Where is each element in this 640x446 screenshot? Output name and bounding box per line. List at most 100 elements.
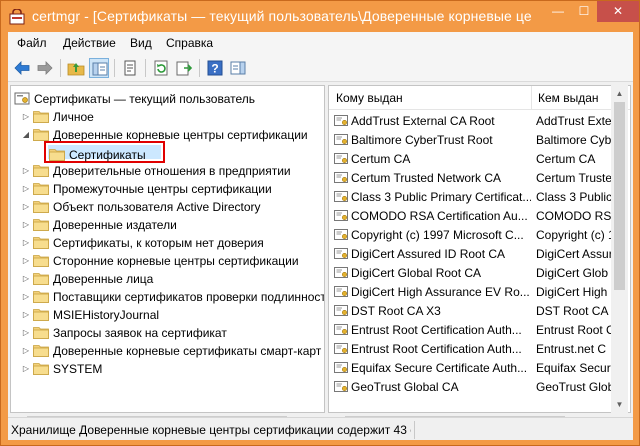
tree-item[interactable]: ▷ Поставщики сертификатов проверки подлин…	[21, 288, 325, 306]
list-item[interactable]: DST Root CA X3 DST Root CA X	[329, 302, 616, 321]
menu-file[interactable]: Файл	[17, 36, 47, 50]
issued-by-cell: Baltimore Cybe	[536, 133, 616, 147]
certificate-icon	[334, 172, 348, 183]
folder-icon	[33, 129, 49, 141]
forward-arrow-icon[interactable]	[35, 58, 55, 78]
issued-by-cell: DST Root CA X	[536, 304, 616, 318]
close-button[interactable]: ✕	[597, 1, 639, 22]
tree-item[interactable]: ▷ Доверительные отношения в предприятии	[21, 162, 324, 180]
folder-icon	[33, 183, 49, 195]
menu-bar: Файл Действие Вид Справка	[8, 32, 633, 54]
certificate-icon	[334, 286, 348, 297]
certificate-icon	[334, 210, 348, 221]
collapsed-arrow-icon[interactable]: ▷	[21, 307, 31, 323]
tree-item-label: SYSTEM	[53, 362, 103, 376]
tree-item[interactable]: ▷ Доверенные лица	[21, 270, 324, 288]
collapsed-arrow-icon[interactable]: ▷	[21, 325, 31, 341]
tree-item-label: Сертификаты	[69, 148, 146, 162]
list-item[interactable]: Entrust Root Certification Auth... Entrus…	[329, 321, 615, 340]
collapsed-arrow-icon[interactable]: ▷	[21, 199, 31, 215]
properties-icon[interactable]	[120, 58, 140, 78]
folder-icon	[33, 309, 49, 321]
certmgr-app-icon[interactable]	[9, 9, 25, 25]
collapsed-arrow-icon[interactable]: ▷	[21, 289, 31, 305]
menu-view[interactable]: Вид	[130, 36, 152, 50]
column-issued-to[interactable]: Кому выдан	[336, 91, 403, 105]
list-item[interactable]: DigiCert Global Root CA DigiCert Glob	[329, 264, 612, 283]
column-divider[interactable]	[531, 86, 532, 110]
scroll-up-arrow-icon[interactable]: ▲	[611, 85, 628, 102]
column-issued-by[interactable]: Кем выдан	[538, 91, 599, 105]
issued-to-cell: Copyright (c) 1997 Microsoft C...	[351, 228, 524, 242]
console-tree[interactable]: Сертификаты — текущий пользователь ▷ Личн…	[10, 85, 325, 413]
collapsed-arrow-icon[interactable]: ▷	[21, 343, 31, 359]
issued-by-cell: AddTrust Exter	[536, 114, 616, 128]
scroll-down-arrow-icon[interactable]: ▼	[611, 396, 628, 413]
collapsed-arrow-icon[interactable]: ▷	[21, 361, 31, 377]
certificate-icon	[334, 115, 348, 126]
collapsed-arrow-icon[interactable]: ▷	[21, 181, 31, 197]
list-item[interactable]: Entrust Root Certification Auth... Entrus…	[329, 340, 612, 359]
issued-to-cell: DigiCert Global Root CA	[351, 266, 482, 280]
issued-to-cell: GeoTrust Global CA	[351, 380, 459, 394]
tree-item-label: Поставщики сертификатов проверки подлинн…	[53, 290, 325, 304]
tree-item[interactable]: ▷ Запросы заявок на сертификат	[21, 324, 324, 342]
certificate-icon	[334, 191, 348, 202]
back-arrow-icon[interactable]	[12, 58, 32, 78]
expanded-arrow-icon[interactable]: ◢	[21, 127, 31, 143]
maximize-button[interactable]: ☐	[571, 1, 597, 22]
minimize-button[interactable]: —	[545, 1, 571, 22]
issued-by-cell: DigiCert Assure	[536, 247, 616, 261]
list-item[interactable]: Equifax Secure Certificate Auth... Equifa…	[329, 359, 616, 378]
certificate-icon	[334, 134, 348, 145]
list-header: Кому выдан Кем выдан	[329, 86, 630, 110]
tree-item[interactable]: ▷ SYSTEM	[21, 360, 324, 378]
collapsed-arrow-icon[interactable]: ▷	[21, 235, 31, 251]
show-console-tree-icon[interactable]	[89, 58, 109, 78]
menu-action[interactable]: Действие	[63, 36, 116, 50]
tree-item[interactable]: ▷ Промежуточные центры сертификации	[21, 180, 324, 198]
tree-item[interactable]: ▷ Сторонние корневые центры сертификации	[21, 252, 324, 270]
tree-item[interactable]: ▷ Объект пользователя Active Directory	[21, 198, 324, 216]
issued-by-cell: Copyright (c) 1	[536, 228, 615, 242]
refresh-icon[interactable]	[151, 58, 171, 78]
up-folder-icon[interactable]	[66, 58, 86, 78]
list-item[interactable]: Copyright (c) 1997 Microsoft C... Copyrig…	[329, 226, 615, 245]
show-hide-action-pane-icon[interactable]	[228, 58, 248, 78]
list-item[interactable]: COMODO RSA Certification Au... COMODO RSA	[329, 207, 616, 226]
issued-by-cell: Certum Trusted	[536, 171, 616, 185]
list-vertical-thumb[interactable]	[614, 102, 625, 290]
issued-to-cell: Entrust Root Certification Auth...	[351, 342, 522, 356]
list-item[interactable]: Class 3 Public Primary Certificat... Clas…	[329, 188, 612, 207]
list-item[interactable]: DigiCert Assured ID Root CA DigiCert Assu…	[329, 245, 616, 264]
certificate-list[interactable]: Кому выдан Кем выдан AddTrust External C…	[328, 85, 631, 413]
certificate-icon	[334, 267, 348, 278]
menu-help[interactable]: Справка	[166, 36, 213, 50]
status-text: Хранилище Доверенные корневые центры сер…	[11, 423, 411, 437]
tree-item[interactable]: Сертификаты	[39, 146, 324, 164]
list-item[interactable]: Certum CA Certum CA	[329, 150, 612, 169]
help-icon[interactable]: ?	[205, 58, 225, 78]
toolbar-separator	[60, 59, 61, 77]
list-vertical-scrollbar[interactable]: ▲ ▼	[611, 85, 628, 413]
export-list-icon[interactable]	[174, 58, 194, 78]
collapsed-arrow-icon[interactable]: ▷	[21, 271, 31, 287]
folder-icon	[33, 255, 49, 267]
tree-item[interactable]: ▷ Доверенные издатели	[21, 216, 324, 234]
list-item[interactable]: Certum Trusted Network CA Certum Trusted	[329, 169, 616, 188]
list-item[interactable]: AddTrust External CA Root AddTrust Exter	[329, 112, 616, 131]
tree-item[interactable]: ▷ Доверенные корневые сертификаты смарт-к…	[21, 342, 324, 360]
list-item[interactable]: GeoTrust Global CA GeoTrust Glob	[329, 378, 614, 397]
certificates-root-icon	[14, 92, 30, 105]
collapsed-arrow-icon[interactable]: ▷	[21, 217, 31, 233]
list-item[interactable]: Baltimore CyberTrust Root Baltimore Cybe	[329, 131, 616, 150]
tree-item[interactable]: ▷ Личное	[21, 108, 324, 126]
collapsed-arrow-icon[interactable]: ▷	[21, 253, 31, 269]
issued-by-cell: Entrust Root C	[536, 323, 615, 337]
list-item[interactable]: DigiCert High Assurance EV Ro... DigiCert…	[329, 283, 612, 302]
tree-item[interactable]: ▷ MSIEHistoryJournal	[21, 306, 324, 324]
collapsed-arrow-icon[interactable]: ▷	[21, 109, 31, 125]
collapsed-arrow-icon[interactable]: ▷	[21, 163, 31, 179]
tree-item[interactable]: ▷ Сертификаты, к которым нет доверия	[21, 234, 324, 252]
title-bar[interactable]: certmgr - [Сертификаты — текущий пользов…	[1, 1, 639, 32]
